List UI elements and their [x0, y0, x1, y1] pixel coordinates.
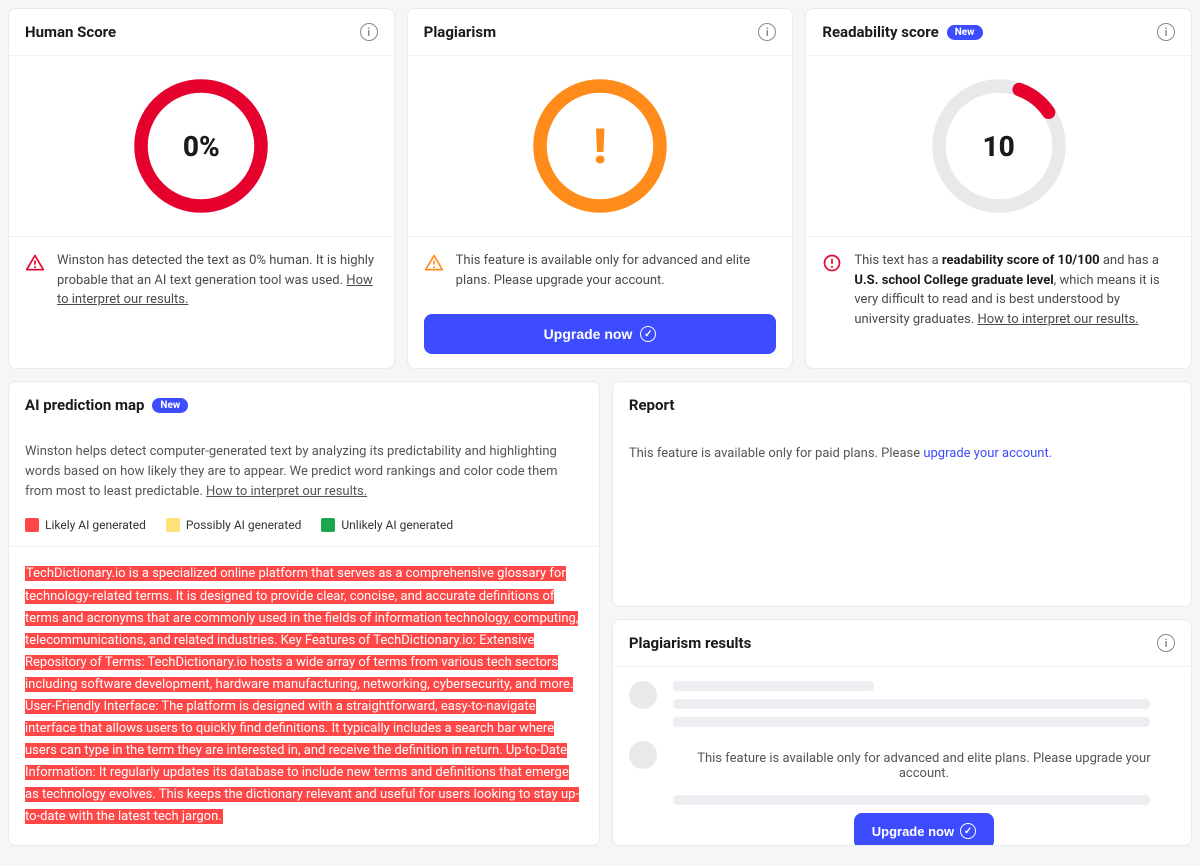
gauge-value: 10 [983, 130, 1015, 163]
card-title: Readability score [822, 23, 938, 41]
upgrade-button[interactable]: Upgrade now ✓ [854, 813, 994, 845]
ai-map-description: Winston helps detect computer-generated … [9, 428, 599, 512]
footer-text: Winston has detected the text as 0% huma… [57, 251, 378, 310]
info-icon[interactable]: i [360, 23, 378, 41]
card-footer: This feature is available only for advan… [408, 236, 793, 368]
ai-prediction-map-card: AI prediction map New Winston helps dete… [8, 381, 600, 846]
card-title: Plagiarism results [629, 634, 751, 652]
check-circle-icon: ✓ [640, 326, 656, 342]
interpret-results-link[interactable]: How to interpret our results. [977, 312, 1138, 327]
human-score-card: Human Score i 0% Winston has detected th… [8, 8, 395, 369]
legend-unlikely: Unlikely AI generated [321, 518, 453, 532]
skeleton-line [673, 795, 1150, 805]
upgrade-account-link[interactable]: upgrade your account. [923, 446, 1052, 461]
readability-footer-msg: This text has a readability score of 10/… [854, 251, 1175, 329]
check-circle-icon: ✓ [960, 823, 976, 839]
info-icon[interactable]: i [758, 23, 776, 41]
skeleton-avatar [629, 681, 657, 709]
alert-triangle-icon [424, 253, 444, 273]
exclamation-icon: ! [593, 118, 606, 175]
card-header: Report [613, 382, 1191, 428]
plagiarism-footer-msg: This feature is available only for advan… [456, 251, 777, 290]
legend-swatch-icon [321, 518, 335, 532]
skeleton-line [673, 699, 1150, 709]
upgrade-button-label: Upgrade now [544, 326, 633, 342]
legend: Likely AI generated Possibly AI generate… [9, 512, 599, 546]
readability-card: Readability score New i 10 This text has… [805, 8, 1192, 369]
alert-circle-icon [822, 253, 842, 273]
card-header: AI prediction map New [9, 382, 599, 428]
report-body: This feature is available only for paid … [613, 428, 1191, 479]
skeleton-row [613, 667, 1191, 741]
card-header: Human Score i [9, 9, 394, 56]
plagiarism-card: Plagiarism i ! This feature is available… [407, 8, 794, 369]
card-title: Human Score [25, 23, 116, 41]
skeleton-line [673, 681, 874, 691]
highlighted-text: TechDictionary.io is a specialized onlin… [25, 566, 579, 824]
plagiarism-locked-msg: This feature is available only for advan… [673, 741, 1175, 787]
legend-swatch-icon [166, 518, 180, 532]
readability-gauge: 10 [806, 56, 1191, 236]
card-title: Report [629, 396, 675, 414]
report-card: Report This feature is available only fo… [612, 381, 1192, 607]
analyzed-text: TechDictionary.io is a specialized onlin… [9, 546, 599, 844]
score-cards-row: Human Score i 0% Winston has detected th… [8, 8, 1192, 369]
human-footer-msg: Winston has detected the text as 0% huma… [57, 253, 374, 288]
right-column: Report This feature is available only fo… [612, 381, 1192, 846]
alert-triangle-icon [25, 253, 45, 273]
skeleton-row: This feature is available only for advan… [613, 741, 1191, 845]
legend-label: Possibly AI generated [186, 518, 302, 532]
legend-likely: Likely AI generated [25, 518, 146, 532]
new-badge: New [152, 398, 188, 413]
skeleton-avatar [629, 741, 657, 769]
upgrade-button[interactable]: Upgrade now ✓ [424, 314, 777, 354]
human-score-gauge: 0% [9, 56, 394, 236]
skeleton-line [673, 717, 1150, 727]
upgrade-button-label: Upgrade now [872, 824, 954, 839]
legend-possibly: Possibly AI generated [166, 518, 302, 532]
gauge-value: 0% [183, 130, 220, 163]
card-footer: Winston has detected the text as 0% huma… [9, 236, 394, 324]
detail-row: AI prediction map New Winston helps dete… [8, 381, 1192, 846]
legend-label: Likely AI generated [45, 518, 146, 532]
info-icon[interactable]: i [1157, 23, 1175, 41]
interpret-results-link[interactable]: How to interpret our results. [206, 484, 367, 499]
card-title: Plagiarism [424, 23, 496, 41]
card-header: Plagiarism results i [613, 620, 1191, 667]
card-header: Readability score New i [806, 9, 1191, 56]
card-header: Plagiarism i [408, 9, 793, 56]
card-footer: This text has a readability score of 10/… [806, 236, 1191, 343]
card-title: AI prediction map [25, 396, 144, 414]
new-badge: New [947, 25, 983, 40]
info-icon[interactable]: i [1157, 634, 1175, 652]
plagiarism-results-card: Plagiarism results i This feature is ava… [612, 619, 1192, 845]
legend-label: Unlikely AI generated [341, 518, 453, 532]
plagiarism-gauge: ! [408, 56, 793, 236]
legend-swatch-icon [25, 518, 39, 532]
